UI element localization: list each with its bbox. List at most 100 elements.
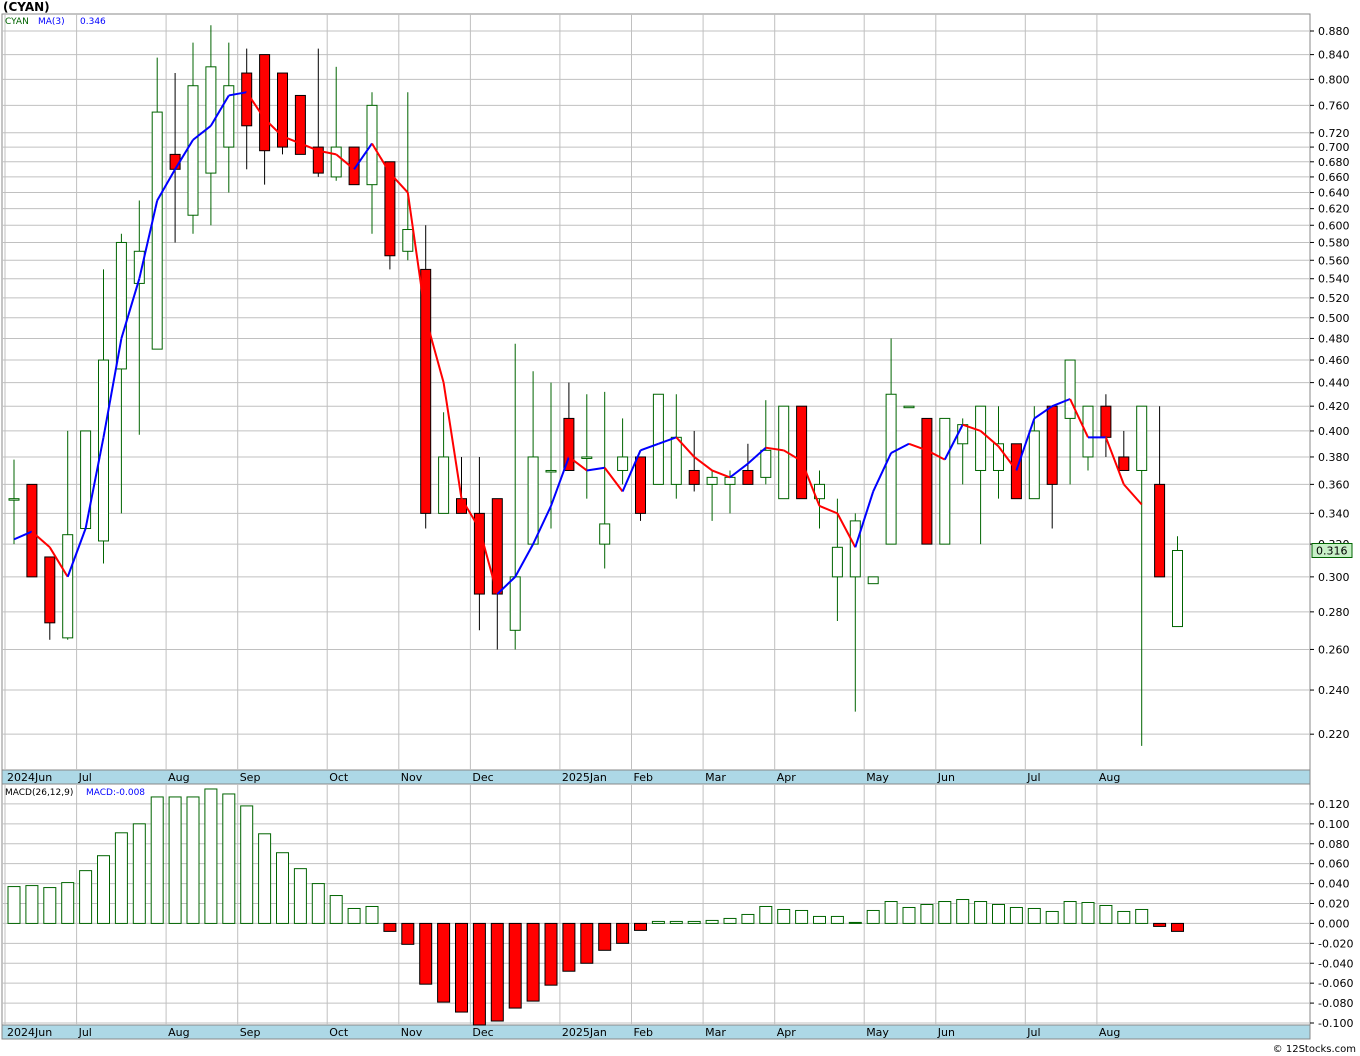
price-tick-label: 0.420 [1318,400,1350,413]
macd-x-label: Mar [705,1026,726,1039]
macd-bar [490,922,504,1022]
candle-body [26,483,38,578]
price-tick-label: 0.760 [1318,99,1350,112]
price-tick-label: 0.640 [1318,187,1350,200]
price-x-label: Jun [937,771,955,784]
price-x-label: Aug [1099,771,1120,784]
candle-body [1010,443,1022,500]
macd-bar [204,788,218,924]
macd-bar [634,922,647,931]
macd-bar [544,922,558,986]
price-tick-label: 0.380 [1318,451,1350,464]
macd-bar [777,908,791,924]
price-tick-label: 0.520 [1318,292,1350,305]
macd-bar [830,915,844,924]
macd-bar [1099,904,1113,924]
price-tick-label: 0.600 [1318,219,1350,232]
candle-body [903,405,915,409]
macd-bar [562,922,576,972]
macd-x-label: Apr [777,1026,797,1039]
macd-bar [79,870,93,924]
candle-body [62,534,74,639]
candle-body [187,85,199,216]
macd-tick-label: -0.040 [1318,957,1353,970]
macd-tick-label: 0.100 [1318,818,1350,831]
price-tick-label: 0.340 [1318,507,1350,520]
macd-x-label: 2025Jan [562,1026,607,1039]
macd-bar [437,922,451,1003]
macd-bar [258,833,272,924]
macd-x-label: Dec [472,1026,493,1039]
macd-bar [383,922,397,932]
macd-bar [1135,908,1149,924]
macd-bar [1117,910,1131,924]
price-tick-label: 0.500 [1318,312,1350,325]
candle-body [438,456,450,514]
candle-body [849,520,861,578]
candle-body [760,449,772,478]
macd-bar [795,909,809,924]
price-tick-label: 0.580 [1318,236,1350,249]
candle-body [581,456,593,459]
candle-body [473,512,485,595]
candle-body [742,469,754,485]
price-tick-label: 0.800 [1318,73,1350,86]
price-legend: CYAN MA(3) 0.346 [5,17,106,27]
macd-bar [1081,902,1095,924]
price-tick-label: 0.280 [1318,606,1350,619]
macd-bar [1171,922,1184,932]
macd-x-label: Oct [329,1026,349,1039]
macd-bar [455,922,468,1013]
price-tick-label: 0.440 [1318,377,1350,390]
macd-x-label: Aug [168,1026,189,1039]
macd-tick-label: -0.080 [1318,997,1353,1010]
macd-tick-label: 0.060 [1318,858,1350,871]
price-tick-label: 0.460 [1318,354,1350,367]
macd-bar [97,855,110,924]
macd-bar [705,919,719,924]
candle-body [957,424,969,445]
macd-tick-label: -0.100 [1318,1017,1353,1030]
macd-bar [401,922,415,945]
candle-body [1118,456,1130,471]
macd-tick-label: -0.020 [1318,937,1353,950]
price-tick-label: 0.240 [1318,684,1350,697]
macd-bar [1153,922,1167,927]
legend-ma-label: MA(3) [38,17,65,27]
legend-ma-value: 0.346 [80,17,106,27]
macd-legend-label: MACD(26,12,9) [5,788,73,798]
price-x-label: Jul [1026,771,1040,784]
macd-tick-label: 0.120 [1318,798,1350,811]
macd-x-label: 2024Jun [7,1026,52,1039]
candle-body [420,268,432,514]
candle-body [241,72,253,127]
price-x-label: Aug [168,771,189,784]
stock-chart: 0.2200.2400.2600.2800.3000.3200.3400.360… [1,13,1353,1040]
candle-body [44,556,56,624]
macd-legend-value: MACD:-0.008 [86,788,145,798]
macd-bar [759,905,773,924]
macd-bar [419,922,433,985]
macd-bar [222,793,236,924]
candle-body [635,456,646,514]
price-tick-label: 0.560 [1318,254,1350,267]
last-price-label: 0.316 [1316,545,1348,558]
macd-bar [938,901,952,924]
candle-body [8,498,20,501]
macd-bar [580,922,594,964]
macd-x-label: Nov [401,1026,423,1039]
macd-bar [1027,907,1041,924]
macd-x-label: Jul [78,1026,92,1039]
macd-bar [132,823,146,924]
price-tick-label: 0.620 [1318,203,1350,216]
price-x-label: 2024Jun [7,771,52,784]
legend-ticker: CYAN [5,17,29,27]
price-tick-label: 0.360 [1318,478,1350,491]
price-tick-label: 0.300 [1318,571,1350,584]
candle-body [617,456,629,471]
candle-body [724,476,736,485]
candle-body [975,405,987,471]
macd-bar [1063,901,1077,924]
price-x-label: Jul [78,771,92,784]
candle-body [563,417,575,471]
